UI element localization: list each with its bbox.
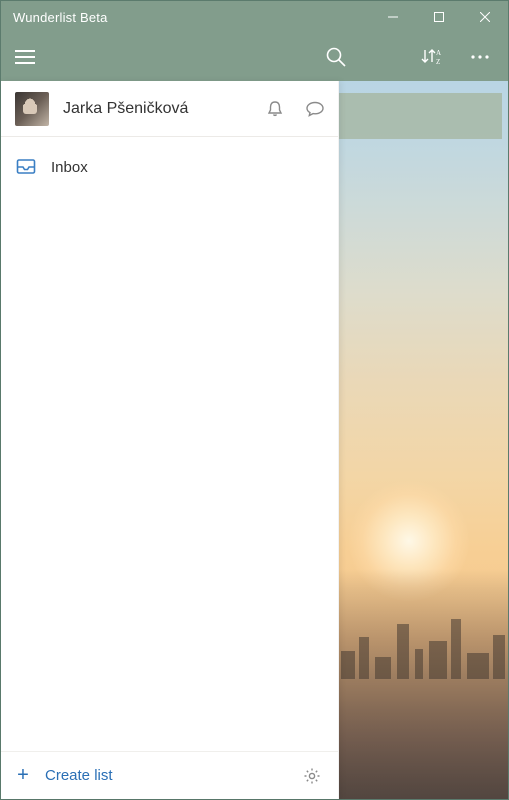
app-body: Jarka Pšeničková <box>1 81 508 799</box>
minimize-button[interactable] <box>370 1 416 33</box>
background-city <box>339 569 508 799</box>
search-button[interactable] <box>312 33 360 81</box>
profile-row[interactable]: Jarka Pšeničková <box>1 81 338 137</box>
create-list-label: Create list <box>45 767 113 784</box>
sidebar-footer: + Create list <box>1 751 338 799</box>
plus-icon: + <box>13 764 33 787</box>
settings-button[interactable] <box>298 762 326 790</box>
maximize-button[interactable] <box>416 1 462 33</box>
add-task-strip[interactable] <box>339 93 502 139</box>
sidebar: Jarka Pšeničková <box>1 81 339 799</box>
svg-text:Z: Z <box>436 58 440 66</box>
content-area <box>339 81 508 799</box>
notifications-button[interactable] <box>260 94 290 124</box>
profile-name: Jarka Pšeničková <box>63 100 260 118</box>
close-button[interactable] <box>462 1 508 33</box>
lists-container: Inbox <box>1 137 338 751</box>
chat-icon <box>305 100 325 118</box>
list-item-label: Inbox <box>51 159 88 176</box>
avatar <box>15 92 49 126</box>
list-item-inbox[interactable]: Inbox <box>1 145 338 189</box>
window-title: Wunderlist Beta <box>1 10 370 25</box>
profile-actions <box>260 94 330 124</box>
search-icon <box>326 47 346 67</box>
svg-text:A: A <box>436 49 441 57</box>
sort-az-icon: A Z <box>421 48 443 66</box>
create-list-button[interactable]: + Create list <box>13 764 298 787</box>
maximize-icon <box>434 12 444 22</box>
close-icon <box>480 12 490 22</box>
more-button[interactable] <box>456 33 504 81</box>
conversations-button[interactable] <box>300 94 330 124</box>
hamburger-button[interactable] <box>1 33 49 81</box>
inbox-icon <box>15 156 37 178</box>
sort-button[interactable]: A Z <box>408 33 456 81</box>
window-controls <box>370 1 508 33</box>
command-bar: A Z <box>1 33 508 81</box>
title-bar: Wunderlist Beta <box>1 1 508 33</box>
gear-icon <box>303 767 321 785</box>
hamburger-icon <box>15 50 35 64</box>
more-icon <box>470 47 490 67</box>
background-skyline <box>339 609 508 679</box>
app-window: Wunderlist Beta <box>0 0 509 800</box>
bell-icon <box>266 100 284 118</box>
minimize-icon <box>388 12 398 22</box>
